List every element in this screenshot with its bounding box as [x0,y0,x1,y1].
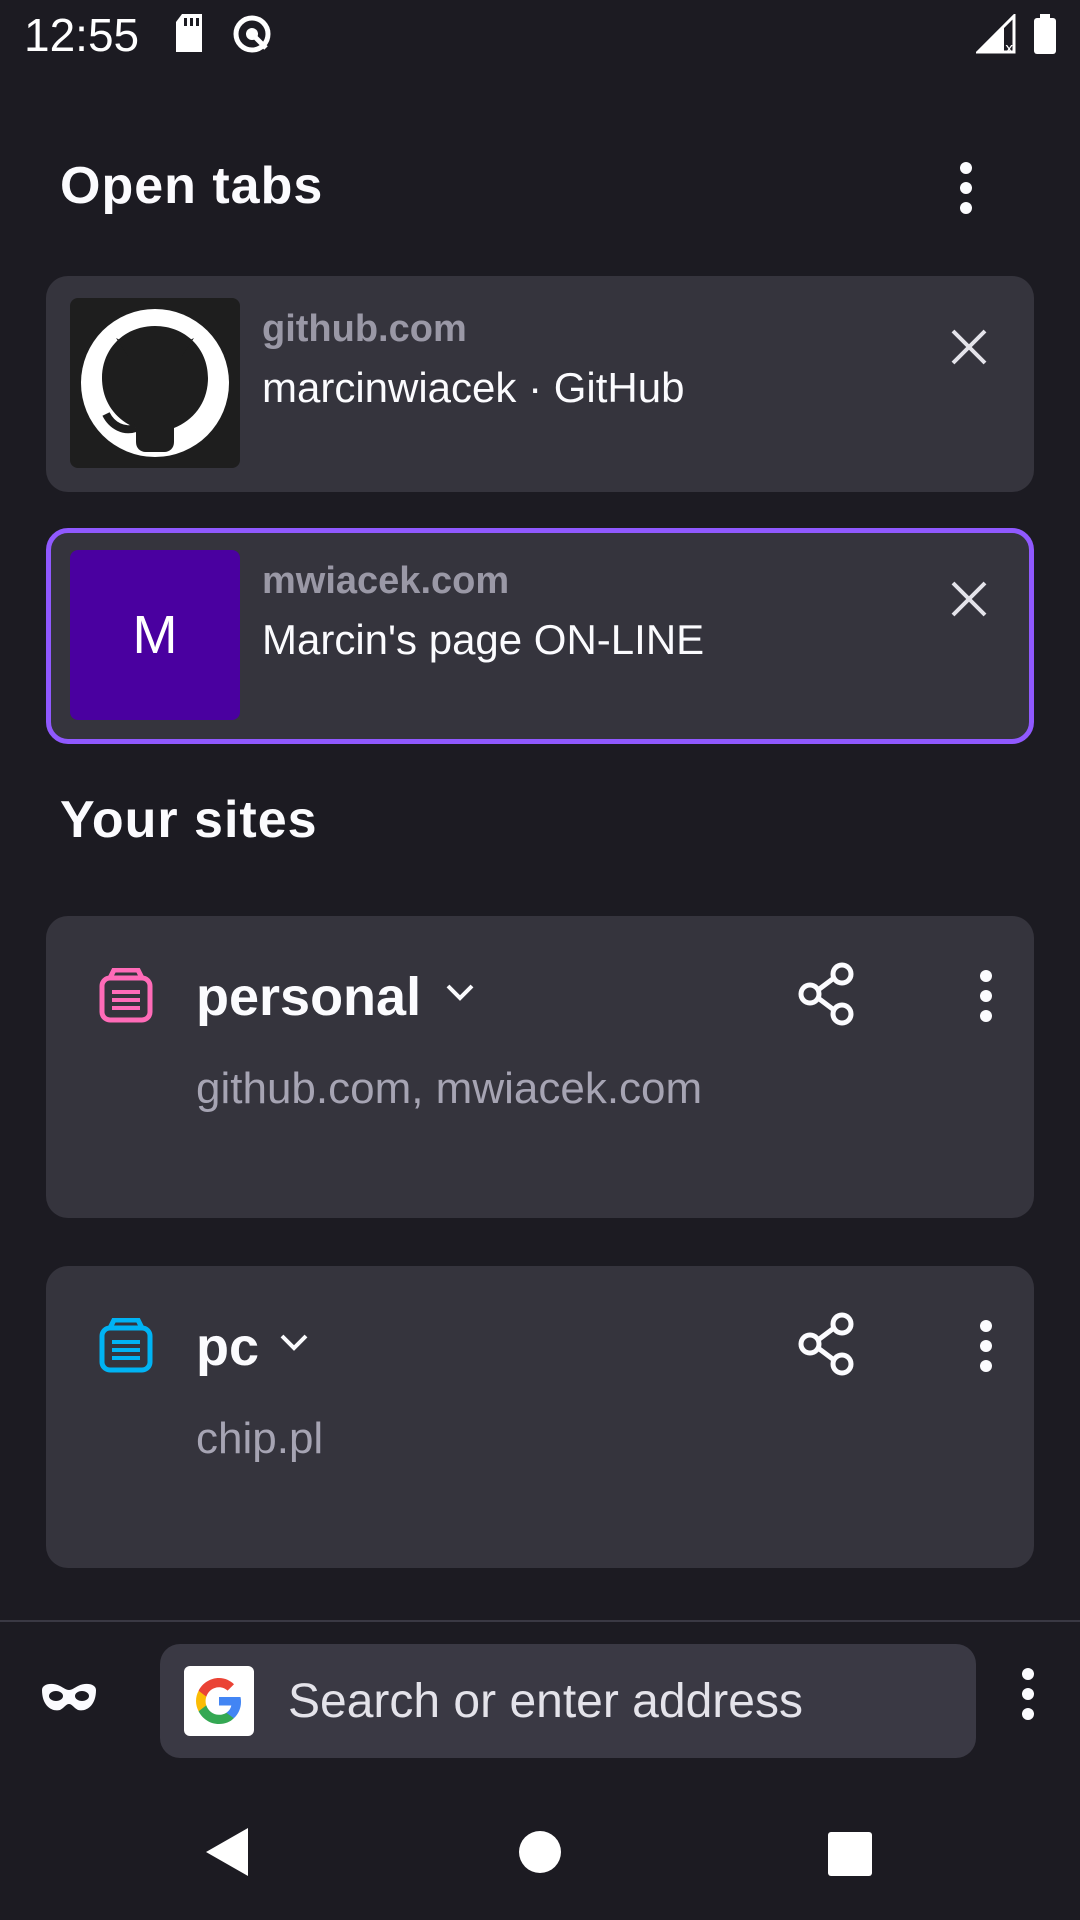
tab-title: Marcin's page ON-LINE [262,616,705,663]
collection-icon [98,1317,154,1374]
collection-name: personal [196,967,422,1027]
back-icon[interactable] [204,1826,250,1883]
data-saver-icon [232,14,272,59]
share-icon[interactable] [796,962,860,1026]
github-thumbnail [70,298,240,468]
google-icon [184,1666,254,1736]
tab-domain: github.com [262,308,467,350]
battery-icon [1032,14,1058,59]
svg-text:x: x [1005,41,1013,54]
close-tab-icon[interactable] [944,322,994,372]
signal-icon: x [974,12,1016,59]
chevron-down-icon[interactable] [274,1322,314,1362]
collection-menu-icon[interactable] [966,1318,1006,1374]
address-bar[interactable]: Search or enter address [160,1644,976,1758]
open-tabs-menu-icon[interactable] [946,160,986,216]
chevron-down-icon[interactable] [440,972,480,1012]
private-mode-icon[interactable] [38,1682,100,1721]
tab-card-github[interactable]: github.com marcinwiacek · GitHub [46,276,1034,492]
share-icon[interactable] [796,1312,860,1376]
home-icon[interactable] [518,1830,562,1879]
thumbnail-letter: M [132,605,178,665]
tab-card-mwiacek[interactable]: M mwiacek.com Marcin's page ON-LINE [46,528,1034,744]
collection-card-pc[interactable]: pc chip.pl [46,1266,1034,1568]
collection-tabs: chip.pl [196,1414,324,1463]
collection-name: pc [196,1317,260,1377]
collection-icon [98,967,154,1024]
close-tab-icon[interactable] [944,574,994,624]
system-nav-bar [0,1768,1080,1920]
bottom-toolbar: Search or enter address [0,1620,1080,1766]
tab-title: marcinwiacek · GitHub [262,364,685,411]
your-sites-title: Your sites [60,791,318,849]
recents-icon[interactable] [828,1832,872,1881]
collection-card-personal[interactable]: personal github.com, mwiacek.com [46,916,1034,1218]
tab-domain: mwiacek.com [262,560,510,602]
status-time: 12:55 [24,9,140,61]
mwiacek-thumbnail: M [70,550,240,720]
search-placeholder: Search or enter address [288,1675,803,1728]
open-tabs-title: Open tabs [60,157,324,215]
sd-card-icon [174,14,204,57]
main-menu-icon[interactable] [1010,1666,1046,1727]
collection-tabs: github.com, mwiacek.com [196,1064,703,1113]
collection-menu-icon[interactable] [966,968,1006,1024]
